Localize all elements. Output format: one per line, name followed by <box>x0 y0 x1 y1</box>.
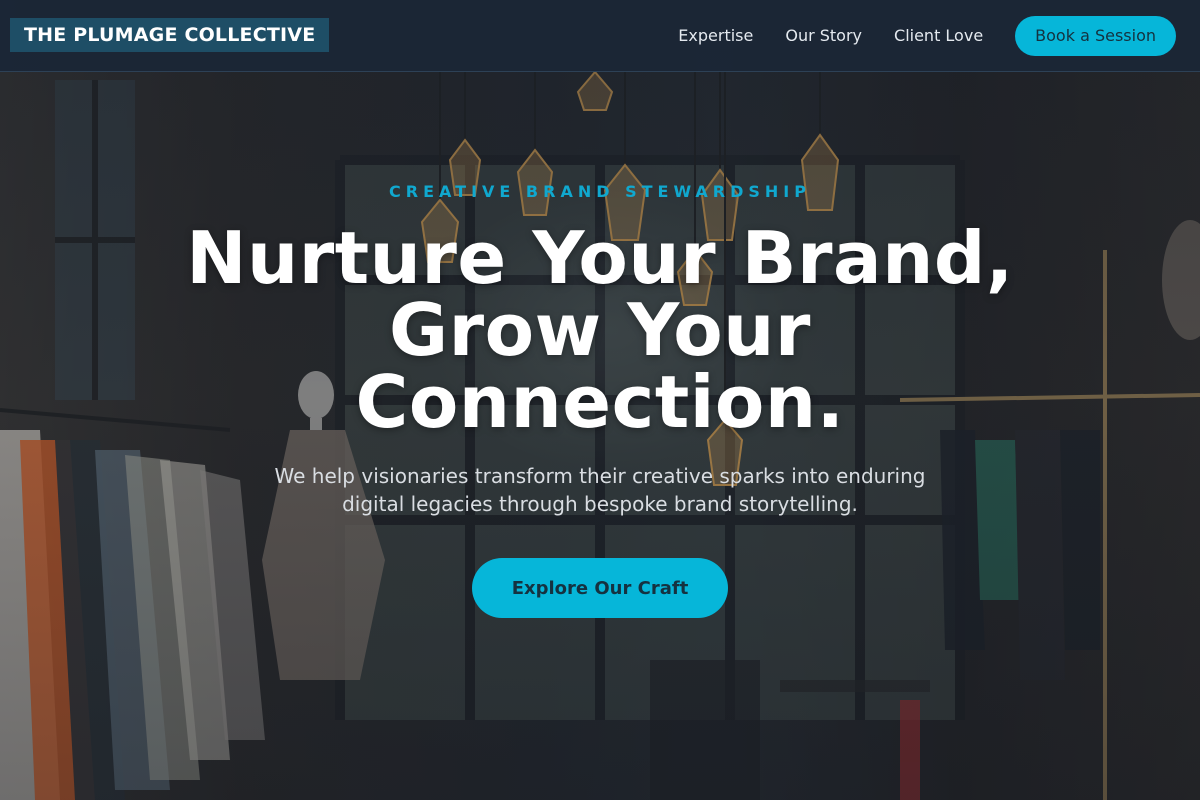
nav-link-expertise[interactable]: Expertise <box>678 26 753 45</box>
nav-link-our-story[interactable]: Our Story <box>785 26 862 45</box>
hero-subtitle: We help visionaries transform their crea… <box>274 464 926 516</box>
book-session-button[interactable]: Book a Session <box>1015 15 1176 56</box>
site-logo[interactable]: THE PLUMAGE COLLECTIVE <box>10 17 330 52</box>
hero-eyebrow: CREATIVE BRAND STEWARDSHIP <box>389 182 811 201</box>
hero-title: Nurture Your Brand, Grow Your Connection… <box>186 216 1014 444</box>
landing-page: THE PLUMAGE COLLECTIVE Expertise Our Sto… <box>0 0 1200 800</box>
nav-link-client-love[interactable]: Client Love <box>894 26 983 45</box>
main-nav: Expertise Our Story Client Love Book a S… <box>678 15 1176 56</box>
site-header: THE PLUMAGE COLLECTIVE Expertise Our Sto… <box>0 0 1200 72</box>
explore-craft-button[interactable]: Explore Our Craft <box>472 558 728 618</box>
hero-section: CREATIVE BRAND STEWARDSHIP Nurture Your … <box>0 72 1200 800</box>
